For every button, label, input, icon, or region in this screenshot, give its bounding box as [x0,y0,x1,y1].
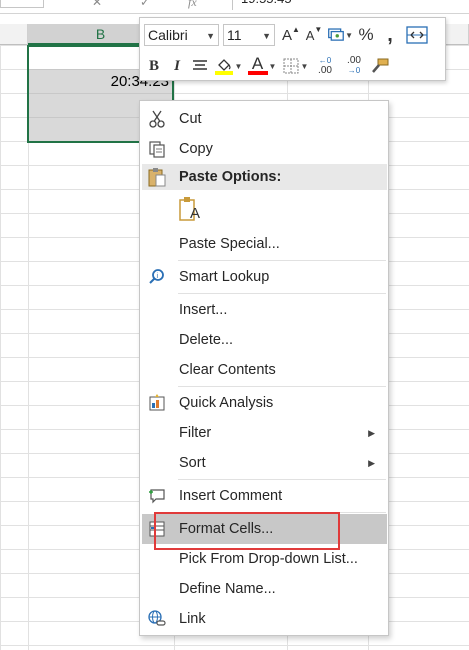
increase-font-size-button[interactable]: A ▲ [281,24,301,46]
select-all-corner[interactable] [0,24,28,45]
decrease-font-icon: A [305,27,315,43]
clipboard-icon [146,167,168,187]
menu-item-label: Clear Contents [179,362,276,378]
font-color-swatch [247,71,268,75]
format-painter-icon [372,58,389,73]
decrease-font-size-button[interactable]: A ▼ [304,24,324,46]
menu-item-label: Smart Lookup [179,269,270,285]
paste-option-letter: A [190,205,201,222]
font-size-dropdown[interactable]: 11 ▼ [223,24,275,46]
decrease-decimal-button[interactable]: .00 →0 [341,55,367,77]
percent-style-button[interactable]: % [356,24,376,46]
increase-decimal-icon: .00 [318,65,332,76]
menu-item-label: Link [179,611,206,627]
menu-header-paste-options: Paste Options: [142,164,387,190]
format-cells-icon [146,519,168,539]
menu-item-label: Pick From Drop-down List... [179,551,358,567]
align-center-button[interactable] [190,55,210,77]
menu-item-paste-special[interactable]: Paste Special... [142,229,387,259]
font-color-button[interactable]: A ▼ [246,55,278,77]
accounting-format-button[interactable]: ▼ [327,24,353,46]
context-menu: Cut Copy Paste Options: A Paste Special.… [139,100,389,636]
merge-center-icon [406,26,428,44]
menu-item-copy[interactable]: Copy [142,134,387,164]
menu-item-link[interactable]: Link [142,604,387,634]
italic-button[interactable]: I [167,55,187,77]
menu-item-cut[interactable]: Cut [142,104,387,134]
menu-item-format-cells[interactable]: Format Cells... [142,514,387,544]
menu-item-label: Sort [179,455,206,471]
fill-color-swatch [214,71,233,75]
comma-style-button[interactable]: , [379,24,401,46]
menu-separator [178,479,386,480]
menu-item-pick-from-dropdown[interactable]: Pick From Drop-down List... [142,544,387,574]
mini-toolbar-row-1: Calibri ▼ 11 ▼ A ▲ A ▼ ▼ % , [144,22,433,48]
comment-icon [146,486,168,506]
borders-icon [283,58,299,74]
paint-bucket-icon [214,59,233,75]
chevron-down-icon: ▼ [262,31,271,41]
merge-center-button[interactable] [404,24,430,46]
bold-button[interactable]: B [144,55,164,77]
fx-icon[interactable]: fx [188,0,197,10]
borders-button[interactable]: ▼ [281,55,309,77]
menu-item-label: Cut [179,111,202,127]
menu-separator [178,260,386,261]
increase-font-icon: A [282,26,293,44]
increase-decimal-button[interactable]: ←0 .00 [312,55,338,77]
font-color-letter: A [251,54,264,73]
decrease-decimal-icon: .00 [347,55,361,66]
excel-window: { "formula_bar": { "cancel_symbol": "✕",… [0,0,469,650]
menu-item-filter[interactable]: Filter ▶ [142,418,387,448]
menu-item-quick-analysis[interactable]: Quick Analysis [142,388,387,418]
menu-item-define-name[interactable]: Define Name... [142,574,387,604]
formula-input[interactable]: 19:55:45 [232,0,469,10]
confirm-icon[interactable]: ✓ [140,0,150,9]
svg-text:i: i [157,273,159,280]
menu-item-clear-contents[interactable]: Clear Contents [142,355,387,385]
menu-item-delete[interactable]: Delete... [142,325,387,355]
search-icon: i [146,267,168,287]
menu-separator [178,293,386,294]
menu-item-label: Format Cells... [179,521,274,537]
font-name-value: Calibri [148,27,188,43]
menu-separator [178,512,386,513]
format-painter-button[interactable] [370,55,390,77]
accounting-format-icon [328,28,344,41]
formula-bar: ✕ ✓ fx 19:55:45 [0,0,469,14]
menu-item-label: Paste Special... [179,236,280,252]
mini-toolbar: Calibri ▼ 11 ▼ A ▲ A ▼ ▼ % , B I ▼ A ▼ ▼… [139,17,446,81]
cancel-icon[interactable]: ✕ [92,0,102,9]
scissors-icon [146,109,168,129]
menu-item-sort[interactable]: Sort ▶ [142,448,387,478]
menu-item-label: Insert... [179,302,228,318]
menu-item-smart-lookup[interactable]: i Smart Lookup [142,262,387,292]
name-box[interactable] [0,0,44,8]
align-center-icon [193,60,207,70]
menu-item-label: Delete... [179,332,233,348]
menu-item-label: Quick Analysis [179,395,274,411]
submenu-arrow-icon: ▶ [368,458,375,468]
menu-separator [178,386,386,387]
copy-icon [146,139,168,159]
menu-header-label: Paste Options: [179,169,282,185]
menu-item-label: Filter [179,425,212,441]
font-name-dropdown[interactable]: Calibri ▼ [144,24,219,46]
menu-item-insert-comment[interactable]: Insert Comment [142,481,387,511]
mini-toolbar-row-2: B I ▼ A ▼ ▼ ←0 .00 .00 →0 [144,53,393,79]
submenu-arrow-icon: ▶ [368,428,375,438]
paste-values-option[interactable]: A [174,193,210,229]
menu-item-label: Copy [179,141,213,157]
fill-color-button[interactable]: ▼ [213,55,243,77]
link-icon [146,609,168,629]
menu-item-insert[interactable]: Insert... [142,295,387,325]
chevron-down-icon: ▼ [206,31,215,41]
font-size-value: 11 [227,27,242,43]
quick-analysis-icon [146,393,168,413]
menu-item-label: Define Name... [179,581,276,597]
menu-item-label: Insert Comment [179,488,283,504]
